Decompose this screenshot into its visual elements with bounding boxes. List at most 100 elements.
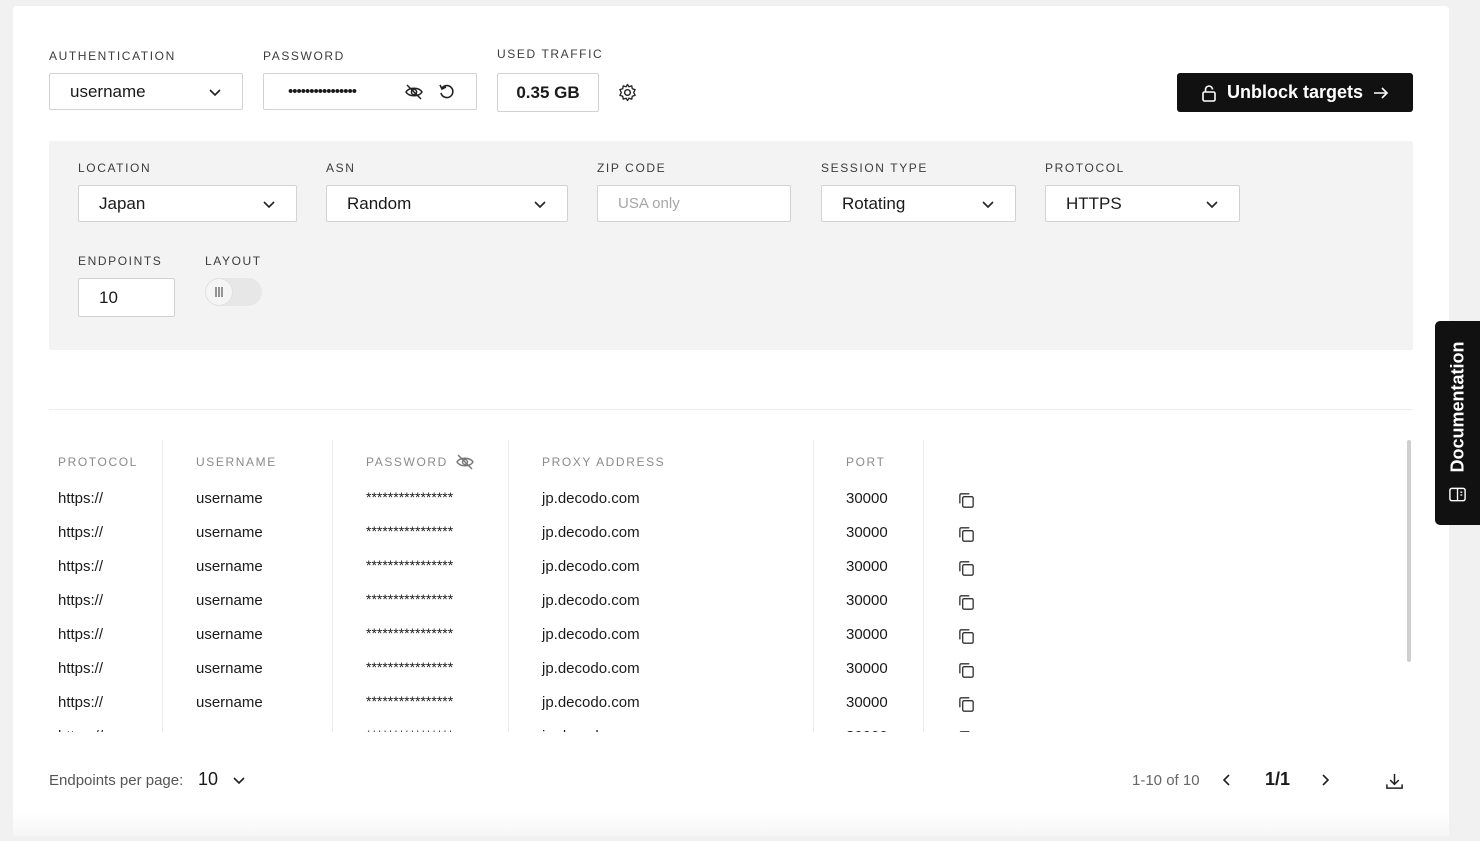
eye-off-icon[interactable] [455, 453, 475, 471]
grip-icon [215, 287, 223, 297]
endpoints-per-page-label: Endpoints per page: [49, 772, 184, 789]
table-row: https:// username **************** jp.decod… [49, 550, 1399, 584]
cell-password: **************** [366, 693, 454, 709]
authentication-select[interactable]: username [49, 73, 243, 110]
cell-protocol: https:// [58, 490, 104, 507]
cell-address: jp.decodo.com [542, 524, 640, 541]
copy-icon[interactable] [956, 728, 976, 732]
documentation-tab[interactable]: Documentation [1435, 321, 1480, 525]
column-header-proxy-address: PROXY ADDRESS [542, 455, 666, 469]
cell-username: username [196, 558, 263, 575]
cell-port: 30000 [846, 626, 888, 643]
endpoints-table: PROTOCOL USERNAME PASSWORD PROXY ADDRESS… [49, 440, 1399, 732]
column-header-protocol: PROTOCOL [58, 455, 138, 469]
copy-icon[interactable] [956, 626, 976, 646]
cell-protocol: https:// [58, 694, 104, 711]
endpoints-input[interactable]: 10 [78, 278, 175, 317]
cell-protocol: https:// [58, 660, 104, 677]
cell-port: 30000 [846, 558, 888, 575]
chevron-left-icon[interactable] [1219, 772, 1235, 788]
table-row: https:// username **************** jp.decod… [49, 652, 1399, 686]
cell-username: username [196, 660, 263, 677]
cell-port: 30000 [846, 720, 888, 732]
refresh-icon[interactable] [438, 83, 456, 101]
unblock-targets-label: Unblock targets [1226, 82, 1364, 102]
cell-username: username [196, 592, 263, 609]
location-value: Japan [99, 193, 146, 213]
cell-address: jp.decodo.com [542, 558, 640, 575]
cell-username: username [196, 490, 263, 507]
password-field[interactable]: •••••••••••••••• [263, 73, 477, 110]
chevron-down-icon [208, 85, 222, 99]
copy-icon[interactable] [956, 694, 976, 714]
cell-port: 30000 [846, 592, 888, 609]
zip-code-input[interactable]: USA only [597, 185, 791, 222]
cell-password: **************** [366, 523, 454, 539]
copy-icon[interactable] [956, 524, 976, 544]
asn-select[interactable]: Random [326, 185, 568, 222]
layout-toggle[interactable] [205, 278, 262, 306]
cell-protocol: https:// [58, 720, 103, 732]
asn-value: Random [347, 193, 412, 213]
cell-address: jp.decodo.com [542, 660, 640, 677]
cell-protocol: https:// [58, 524, 104, 541]
copy-icon[interactable] [956, 490, 976, 510]
column-header-username: USERNAME [196, 455, 277, 469]
cell-username: username [196, 626, 263, 643]
chevron-right-icon[interactable] [1317, 772, 1333, 788]
pagination-range: 1-10 of 10 [1132, 772, 1200, 789]
column-header-port: PORT [846, 455, 886, 469]
cell-password: **************** [366, 625, 454, 641]
card-bottom-fade [13, 812, 1449, 836]
divider [49, 409, 1413, 410]
endpoints-per-page-select[interactable]: 10 [198, 769, 246, 790]
filters-panel [49, 141, 1413, 350]
cell-address: jp.decodo.com [542, 626, 640, 643]
cell-address: jp.decodo.com [542, 592, 640, 609]
cell-username: username [196, 694, 263, 711]
copy-icon[interactable] [956, 660, 976, 680]
cell-address: jp.decodo.com [542, 694, 640, 711]
protocol-value: HTTPS [1066, 193, 1122, 213]
cell-password: **************** [366, 718, 453, 732]
zip-code-placeholder: USA only [618, 195, 680, 212]
gear-icon[interactable] [618, 83, 637, 102]
copy-icon[interactable] [956, 558, 976, 578]
cell-password: **************** [366, 591, 454, 607]
protocol-select[interactable]: HTTPS [1045, 185, 1240, 222]
location-select[interactable]: Japan [78, 185, 297, 222]
cell-port: 30000 [846, 524, 888, 541]
cell-protocol: https:// [58, 626, 104, 643]
cell-port: 30000 [846, 660, 888, 677]
location-label: LOCATION [78, 161, 152, 175]
used-traffic-value: 0.35 GB [497, 73, 599, 112]
authentication-value: username [70, 81, 146, 101]
authentication-label: AUTHENTICATION [49, 49, 176, 63]
cell-protocol: https:// [58, 558, 104, 575]
zip-code-label: ZIP CODE [597, 161, 667, 175]
cell-password: **************** [366, 659, 454, 675]
table-row: https:// username **************** jp.decod… [49, 516, 1399, 550]
table-row: https:// username **************** jp.decod… [49, 720, 1399, 732]
table-row: https:// username **************** jp.decod… [49, 584, 1399, 618]
used-traffic-label: USED TRAFFIC [497, 47, 604, 61]
table-row: https:// username **************** jp.decod… [49, 618, 1399, 652]
session-type-label: SESSION TYPE [821, 161, 929, 175]
cell-port: 30000 [846, 490, 888, 507]
chevron-down-icon [262, 197, 276, 211]
copy-icon[interactable] [956, 592, 976, 612]
chevron-down-icon [533, 197, 547, 211]
chevron-down-icon [1205, 197, 1219, 211]
password-value: •••••••••••••••• [288, 83, 357, 100]
cell-username: username [196, 720, 263, 732]
endpoints-label: ENDPOINTS [78, 254, 163, 268]
cell-port: 30000 [846, 694, 888, 711]
cell-address: jp.decodo.com [542, 720, 640, 732]
unblock-targets-button[interactable]: Unblock targets [1177, 73, 1413, 112]
documentation-label: Documentation [1447, 341, 1467, 473]
eye-off-icon[interactable] [404, 83, 424, 101]
download-icon[interactable] [1384, 771, 1404, 791]
table-scrollbar[interactable] [1407, 440, 1411, 662]
session-type-select[interactable]: Rotating [821, 185, 1016, 222]
toggle-knob [206, 279, 232, 305]
